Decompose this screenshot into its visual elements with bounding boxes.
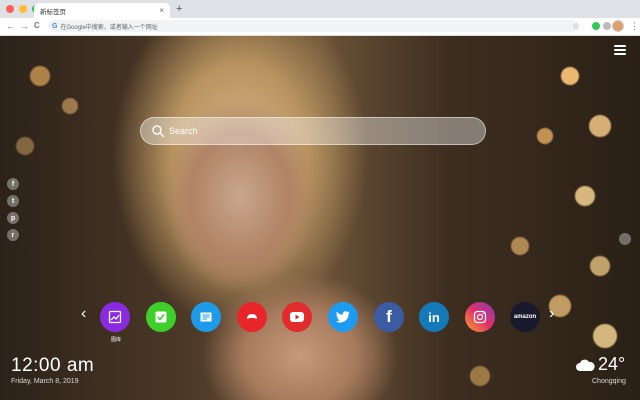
back-icon[interactable]: ← (6, 20, 15, 32)
twitter-icon[interactable]: t (7, 195, 19, 207)
menu-icon[interactable] (614, 45, 626, 55)
facebook-icon: f (386, 307, 392, 326)
browser-menu-icon[interactable]: ⋮ (630, 20, 639, 32)
shortcut-linkedin[interactable]: in (419, 302, 449, 332)
minimize-window-button[interactable] (19, 5, 27, 13)
close-window-button[interactable] (6, 5, 14, 13)
shortcut-youtube[interactable] (282, 302, 312, 332)
facebook-icon[interactable]: f (7, 178, 19, 190)
shortcut-twitter[interactable] (328, 302, 358, 332)
amazon-icon: amazon (513, 314, 537, 320)
shortcut-label: 图库 (110, 337, 121, 343)
gamepad-icon (247, 314, 257, 319)
address-bar[interactable]: G 在Google中搜索，或者输入一个网址 (48, 20, 578, 32)
tab-close-icon[interactable]: × (159, 6, 164, 15)
new-tab-button[interactable]: + (176, 3, 182, 15)
address-bar-placeholder: 在Google中搜索，或者输入一个网址 (60, 24, 158, 31)
reddit-icon[interactable]: r (7, 229, 19, 241)
shortcut-news[interactable] (191, 302, 221, 332)
shortcut-amazon[interactable]: amazon (510, 302, 540, 332)
new-tab-page: f t p r ‹ › 图库 f in amazon 12:00 am Frid… (0, 36, 640, 400)
forward-icon[interactable]: → (20, 20, 29, 32)
linkedin-icon: in (428, 309, 440, 325)
instagram-icon (473, 310, 487, 324)
tab-strip: 新标签页 × + (0, 0, 640, 18)
image-icon (108, 310, 122, 324)
shortcut-facebook[interactable]: f (374, 302, 404, 332)
twitter-icon (335, 311, 350, 323)
shortcut-instagram[interactable] (465, 302, 495, 332)
weather-temperature: 24° (598, 354, 626, 374)
bookmark-star-icon[interactable]: ☆ (572, 20, 580, 32)
search-bar[interactable] (140, 117, 486, 145)
newspaper-icon (200, 312, 212, 322)
profile-avatar[interactable] (612, 20, 624, 32)
search-icon (152, 125, 165, 138)
reload-icon[interactable]: C (34, 20, 40, 32)
shortcut-todo[interactable] (146, 302, 176, 332)
shortcut-wallpaper[interactable] (100, 302, 130, 332)
cloud-icon (576, 359, 595, 371)
pinterest-icon[interactable]: p (7, 212, 19, 224)
extension-icon[interactable] (603, 22, 611, 30)
search-input[interactable] (167, 125, 471, 137)
next-arrow-icon[interactable]: › (549, 306, 554, 322)
checkbox-icon (155, 311, 167, 323)
clock-time: 12:00 am (11, 355, 95, 376)
browser-toolbar: ← → C G 在Google中搜索，或者输入一个网址 ☆ ⋮ (0, 18, 640, 36)
extension-icon[interactable] (592, 22, 600, 30)
google-icon: G (52, 22, 58, 30)
youtube-icon (290, 312, 304, 322)
clock-date: Friday, March 8, 2019 (11, 378, 79, 385)
settings-icon[interactable] (619, 233, 631, 245)
weather-city: Chongqing (592, 378, 626, 385)
active-tab[interactable]: 新标签页 × (34, 3, 170, 18)
tab-title: 新标签页 (40, 8, 66, 16)
prev-arrow-icon[interactable]: ‹ (81, 306, 86, 322)
shortcut-games[interactable] (237, 302, 267, 332)
